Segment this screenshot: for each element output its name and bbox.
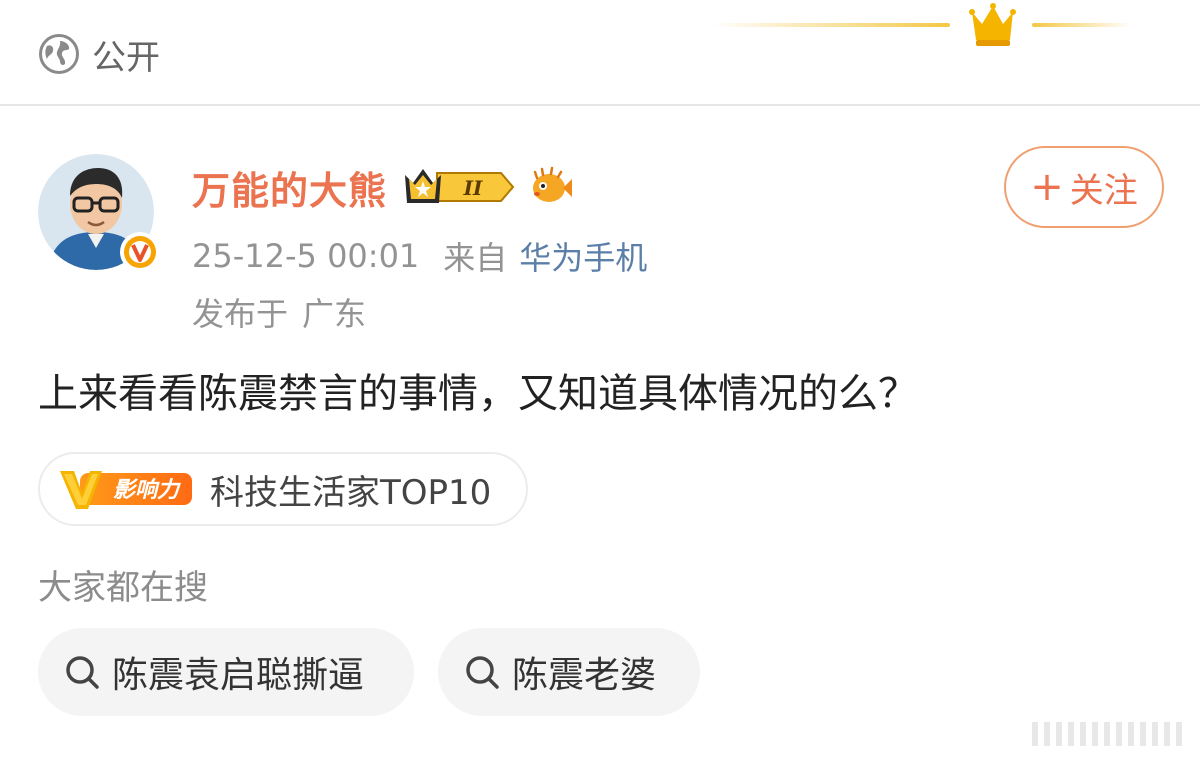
post-timestamp: 25-12-5 00:01 [192,237,420,275]
author-name-row: 万能的大熊 II [192,160,573,214]
source-prefix: 来自 [443,239,508,277]
crown-icon [710,3,1132,46]
search-chip[interactable]: 陈震袁启聪撕逼 [38,628,414,716]
search-icon [66,656,99,689]
search-chip-label: 陈震老婆 [512,655,657,696]
pufferfish-icon[interactable] [527,164,573,210]
post-meta: 25-12-5 00:01 来自 华为手机 [192,234,647,278]
follow-button[interactable]: + 关注 [1004,146,1164,228]
author-avatar[interactable] [38,154,160,274]
visibility-indicator[interactable]: 公开 [38,32,160,78]
location-value: 广东 [302,295,367,333]
watermark-bars [1032,722,1182,746]
level-text: II [463,176,483,200]
influence-logo-icon: V 影响力 [60,471,192,509]
post-location: 发布于 广东 [192,290,366,334]
trending-search-heading: 大家都在搜 [38,568,208,608]
post-body-text: 上来看看陈震禁言的事情，又知道具体情况的么？ [38,371,918,417]
follow-label: 关注 [1069,170,1138,211]
source-device[interactable]: 华为手机 [519,233,647,279]
search-icon [466,656,499,689]
member-level-badge[interactable]: II [401,165,515,209]
author-name[interactable]: 万能的大熊 [192,160,387,215]
search-chip[interactable]: 陈震老婆 [438,628,700,716]
plus-icon: + [1030,164,1064,210]
visibility-label: 公开 [92,37,160,78]
influence-tag-text: 科技生活家TOP10 [210,472,492,513]
influence-tag[interactable]: V 影响力 科技生活家TOP10 [38,452,528,526]
post-header-bar: 公开 [0,0,1200,106]
influence-logo-text: 影响力 [113,478,181,503]
search-chip-label: 陈震袁启聪撕逼 [112,655,365,696]
globe-icon [39,34,79,74]
v-badge-icon [120,232,160,272]
location-prefix: 发布于 [192,295,289,333]
